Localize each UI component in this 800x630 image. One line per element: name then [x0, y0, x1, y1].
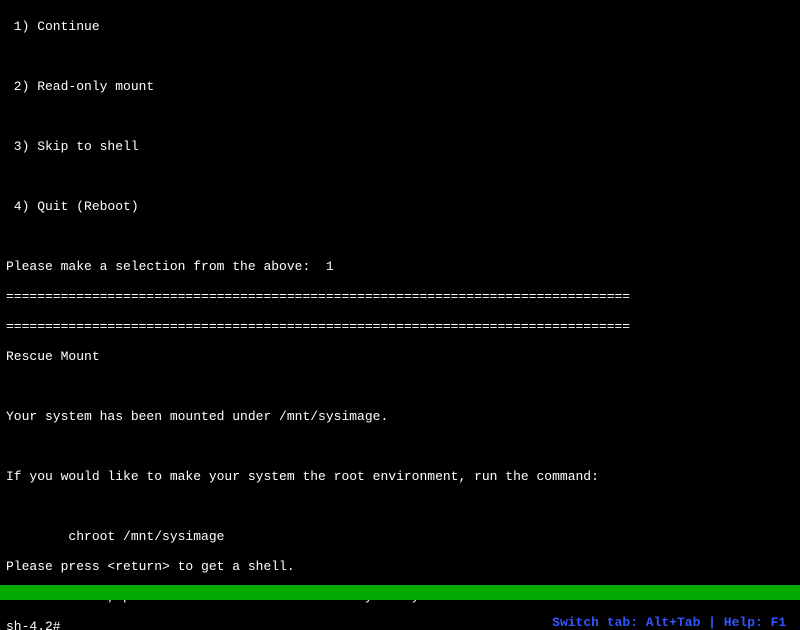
press-return-msg: Please press <return> to get a shell. — [6, 559, 794, 574]
separator-line: ========================================… — [6, 319, 794, 334]
blank-line — [6, 439, 794, 454]
blank-line — [6, 109, 794, 124]
mounted-message: Your system has been mounted under /mnt/… — [6, 409, 794, 424]
menu-option-shell: 3) Skip to shell — [6, 139, 794, 154]
blank-line — [6, 379, 794, 394]
blank-line — [6, 229, 794, 244]
chroot-command: chroot /mnt/sysimage — [6, 529, 794, 544]
blank-line — [6, 169, 794, 184]
terminal-output[interactable]: 1) Continue 2) Read-only mount 3) Skip t… — [0, 0, 800, 630]
menu-option-continue: 1) Continue — [6, 19, 794, 34]
menu-option-readonly: 2) Read-only mount — [6, 79, 794, 94]
selection-prompt: Please make a selection from the above: … — [6, 259, 794, 274]
status-sessions[interactable]: [anaconda] 1:main* 2:shell 3:log 4:stora… — [0, 600, 491, 615]
rescue-mount-title: Rescue Mount — [6, 349, 794, 364]
tmux-status-bar[interactable]: [anaconda] 1:main* 2:shell 3:log 4:stora… — [0, 585, 800, 600]
blank-line — [6, 499, 794, 514]
status-help: Switch tab: Alt+Tab | Help: F1 — [552, 615, 794, 630]
separator-line: ========================================… — [6, 289, 794, 304]
root-env-message: If you would like to make your system th… — [6, 469, 794, 484]
menu-option-quit: 4) Quit (Reboot) — [6, 199, 794, 214]
blank-line — [6, 49, 794, 64]
